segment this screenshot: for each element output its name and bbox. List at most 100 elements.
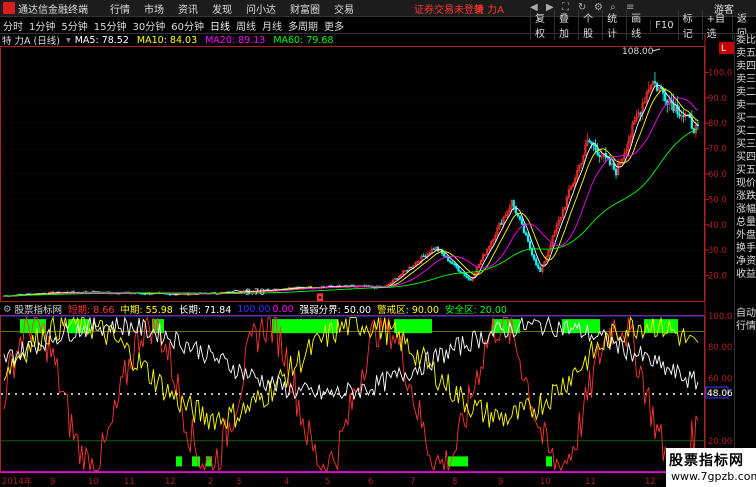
- quote-field-18: 收益: [736, 269, 756, 280]
- auto-button[interactable]: 自动: [735, 307, 756, 320]
- period-daily[interactable]: 日线: [210, 18, 230, 33]
- menu-discover[interactable]: 发现: [212, 1, 232, 16]
- candle-body: [526, 234, 530, 242]
- safe-bar: [176, 456, 182, 467]
- candle-body: [459, 270, 462, 273]
- quote-field-14: 总量: [736, 217, 756, 228]
- current-value-label: 48.06: [707, 389, 733, 399]
- y-tick-label: 90.0: [708, 94, 727, 104]
- period-weekly[interactable]: 周线: [236, 18, 256, 33]
- candle-body: [500, 223, 503, 225]
- candle-body: [424, 255, 427, 258]
- x-tick-label: 10: [88, 477, 99, 487]
- stock-name-title: 特 力A: [474, 4, 505, 16]
- low-price-label: 9.70: [245, 288, 265, 298]
- sub-y-tick-label: 60.00: [708, 374, 732, 384]
- candle-body: [457, 266, 460, 272]
- x-tick-label: 12: [165, 477, 176, 487]
- menu-trade[interactable]: 交易: [334, 1, 354, 16]
- candle-body: [443, 253, 446, 257]
- candle-body: [512, 200, 515, 207]
- x-tick-label: 9: [498, 477, 503, 487]
- quote-field-4: 卖二: [736, 87, 756, 98]
- quote-field-0: 委比: [736, 35, 756, 46]
- quote-field-17: 净资: [736, 256, 756, 267]
- candle-body: [520, 219, 524, 225]
- candle-body: [451, 261, 454, 265]
- candle-body: [449, 260, 452, 263]
- menu-news[interactable]: 资讯: [178, 1, 198, 16]
- watermark-url: www.7gpzb.com: [671, 470, 756, 483]
- y-tick-label: 100.0: [708, 68, 732, 78]
- quote-field-5: 卖一: [736, 100, 756, 111]
- period-monthly[interactable]: 月线: [262, 18, 282, 33]
- quotes-button[interactable]: 行情: [735, 320, 756, 333]
- menu-market[interactable]: 市场: [144, 1, 164, 16]
- y-tick-label: 70.0: [708, 145, 727, 155]
- x-tick-label: 2014年: [2, 476, 33, 487]
- x-tick-label: 3: [236, 477, 241, 487]
- quote-field-2: 卖四: [736, 61, 756, 72]
- candle-body: [590, 141, 593, 145]
- candle-body: [655, 82, 659, 91]
- quote-field-9: 买四: [736, 152, 756, 163]
- x-tick-label: 9: [50, 477, 55, 487]
- x-tick-label: 4: [284, 477, 289, 487]
- chart-area[interactable]: 100.0 90.0 80.0 70.0 60.0 50.0 40.0 30.0 20.0 10…: [0, 34, 734, 487]
- event-mark: ◘: [316, 293, 324, 304]
- candle-body: [463, 273, 466, 277]
- alert-bar: [272, 319, 338, 334]
- sub-y-tick-label: 20.00: [708, 437, 732, 447]
- candle-body: [432, 248, 435, 250]
- candle-body: [533, 254, 536, 260]
- period-5min[interactable]: 5分钟: [61, 18, 87, 33]
- period-15min[interactable]: 15分钟: [94, 18, 127, 33]
- period-intraday[interactable]: 分时: [3, 18, 23, 33]
- candle-body: [465, 275, 468, 278]
- high-price-label: 108.00: [622, 47, 654, 57]
- quote-field-10: 买五: [736, 165, 756, 176]
- candle-body: [410, 266, 413, 269]
- x-tick-label: 10: [540, 477, 551, 487]
- menu-wealth[interactable]: 财富圈: [290, 1, 320, 16]
- y-tick-label: 80.0: [708, 119, 727, 129]
- period-1min[interactable]: 1分钟: [29, 18, 55, 33]
- period-60min[interactable]: 60分钟: [171, 18, 204, 33]
- x-tick-label: 12: [645, 477, 656, 487]
- candle-body: [537, 264, 540, 269]
- quote-field-16: 换手: [736, 243, 756, 254]
- quote-side-panel: 委比 卖五 卖四 卖三 卖二 卖一 买一 买二 买三 买四 买五 现价 涨跌 涨幅 总量 外盘 换手 净资 收益 自…: [734, 34, 756, 487]
- tool-f10[interactable]: F10: [650, 19, 677, 31]
- ma5-line: [3, 84, 699, 297]
- safe-bar: [192, 456, 200, 467]
- ma20-line: [3, 97, 699, 297]
- candle-body: [528, 240, 532, 249]
- candle-body: [594, 144, 597, 151]
- period-30min[interactable]: 30分钟: [132, 18, 165, 33]
- candle-body: [660, 87, 663, 89]
- candle-body: [639, 112, 642, 115]
- period-multi[interactable]: 多周期: [288, 18, 318, 33]
- candle-body: [588, 140, 591, 142]
- y-tick-label: 50.0: [708, 195, 727, 205]
- candle-body: [469, 278, 472, 281]
- candle-body: [518, 215, 521, 220]
- watermark-title: 股票指标网: [669, 453, 744, 469]
- candle-body: [678, 113, 681, 117]
- quote-field-12: 涨跌: [736, 191, 756, 202]
- candle-body: [453, 263, 456, 265]
- period-more[interactable]: 更多: [324, 18, 344, 33]
- side-panel-bottom: 自动 行情: [735, 307, 756, 333]
- x-tick-label: 7: [410, 477, 415, 487]
- x-tick-label: 5: [325, 477, 330, 487]
- candle-body: [614, 169, 618, 176]
- quote-field-7: 买二: [736, 126, 756, 137]
- quote-field-15: 外盘: [736, 230, 756, 241]
- quote-field-3: 卖三: [736, 74, 756, 85]
- sub-y-tick-label: 80.00: [708, 343, 732, 353]
- menu-ask[interactable]: 问小达: [246, 1, 276, 16]
- y-tick-label: 20.0: [708, 272, 727, 282]
- quote-field-6: 买一: [736, 113, 756, 124]
- candle-body: [598, 154, 601, 158]
- menu-quotes[interactable]: 行情: [110, 1, 130, 16]
